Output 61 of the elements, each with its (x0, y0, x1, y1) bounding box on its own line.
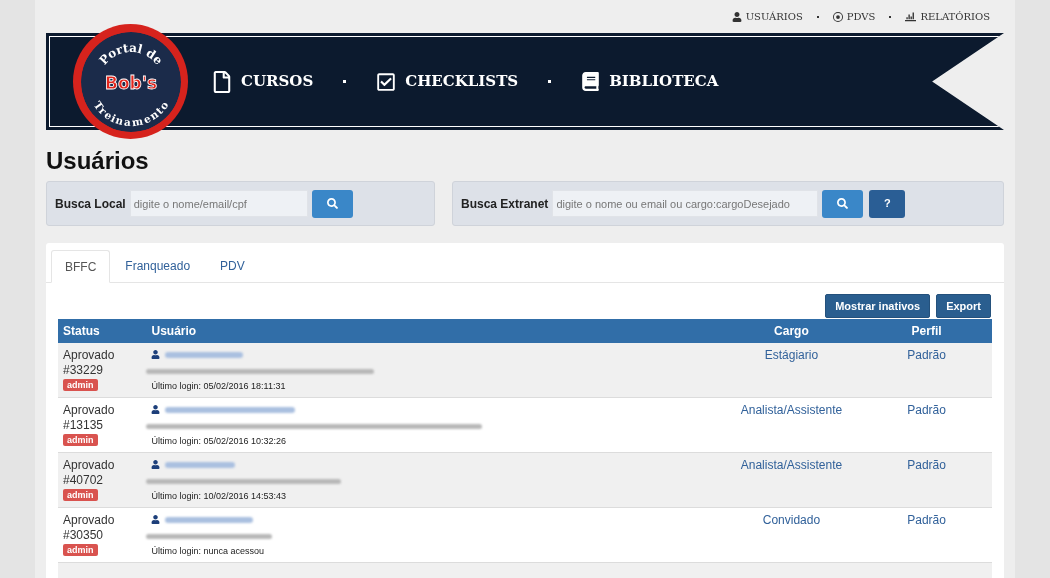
search-button[interactable] (822, 189, 864, 218)
cargo-link[interactable]: Convidado (721, 513, 862, 562)
top-nav-link[interactable]: USUÁRIOS (731, 9, 803, 24)
book-icon (581, 72, 601, 91)
status-text: Aprovado (63, 513, 115, 528)
checkbox-icon (376, 71, 397, 92)
target-icon (832, 11, 843, 22)
action-button[interactable]: Mostrar inativos (825, 294, 931, 318)
help-button[interactable]: ? (869, 189, 906, 218)
bar-chart-icon (905, 11, 917, 22)
column-header: Perfil (910, 323, 943, 340)
perfil-link[interactable]: Padrão (861, 513, 992, 562)
top-nav-link[interactable]: RELATÓRIOS (905, 9, 990, 24)
tab[interactable]: BFFC (51, 250, 111, 283)
logo-brand-text: Bob's (104, 72, 157, 93)
column-header: Status (62, 323, 101, 340)
cargo-link[interactable]: Analista/Assistente (721, 403, 862, 452)
search-icon (837, 198, 849, 209)
last-login-text: Último login: 05/02/2016 10:32:26 (151, 435, 287, 448)
role-badge: admin (63, 379, 98, 391)
document-icon (212, 70, 232, 93)
user-icon (151, 460, 161, 469)
main-nav-link[interactable]: CURSOS (212, 70, 314, 93)
column-header: Usuário (151, 323, 198, 340)
role-badge: admin (63, 434, 98, 446)
last-login-text: Último login: nunca acessou (151, 545, 265, 558)
search-button[interactable] (311, 189, 353, 218)
top-nav-link[interactable]: PDVS (832, 9, 876, 24)
tab[interactable]: Franqueado (110, 250, 206, 282)
perfil-link[interactable]: Padrão (861, 458, 992, 507)
status-text: Aprovado (63, 348, 115, 363)
search-icon (326, 198, 338, 209)
action-button[interactable]: Export (936, 294, 991, 318)
redacted-name (165, 461, 236, 468)
search-field[interactable]: digite o nome/email/cpf (129, 190, 308, 217)
tab[interactable]: PDV (205, 250, 260, 282)
cargo-link[interactable]: Estágiario (721, 348, 862, 397)
last-login-text: Último login: 05/02/2016 18:11:31 (151, 380, 286, 393)
perfil-link[interactable]: Padrão (861, 348, 992, 397)
role-badge: admin (63, 489, 98, 501)
user-icon (151, 515, 161, 524)
user-id: #33229 (63, 363, 104, 378)
cargo-link[interactable]: Analista/Assistente (721, 458, 862, 507)
user-icon (151, 405, 161, 414)
search-field[interactable]: digite o nome ou email ou cargo:cargoDesejado (552, 190, 819, 217)
user-id: #13135 (63, 418, 104, 433)
role-badge: admin (63, 544, 98, 556)
page-title: Usuários (46, 147, 150, 175)
user-id: #30350 (63, 528, 104, 543)
search-label: Busca Local (55, 195, 126, 213)
status-text: Aprovado (63, 458, 115, 473)
main-nav-link[interactable]: CHECKLISTS (376, 70, 519, 93)
main-nav-link[interactable]: BIBLIOTECA (581, 70, 719, 93)
status-text: Aprovado (63, 403, 115, 418)
user-icon (151, 350, 161, 359)
column-header: Cargo (773, 323, 810, 340)
user-id: #40702 (63, 473, 104, 488)
search-label: Busca Extranet (461, 195, 549, 213)
user-icon (731, 11, 742, 22)
last-login-text: Último login: 10/02/2016 14:53:43 (151, 490, 287, 503)
perfil-link[interactable]: Padrão (861, 403, 992, 452)
